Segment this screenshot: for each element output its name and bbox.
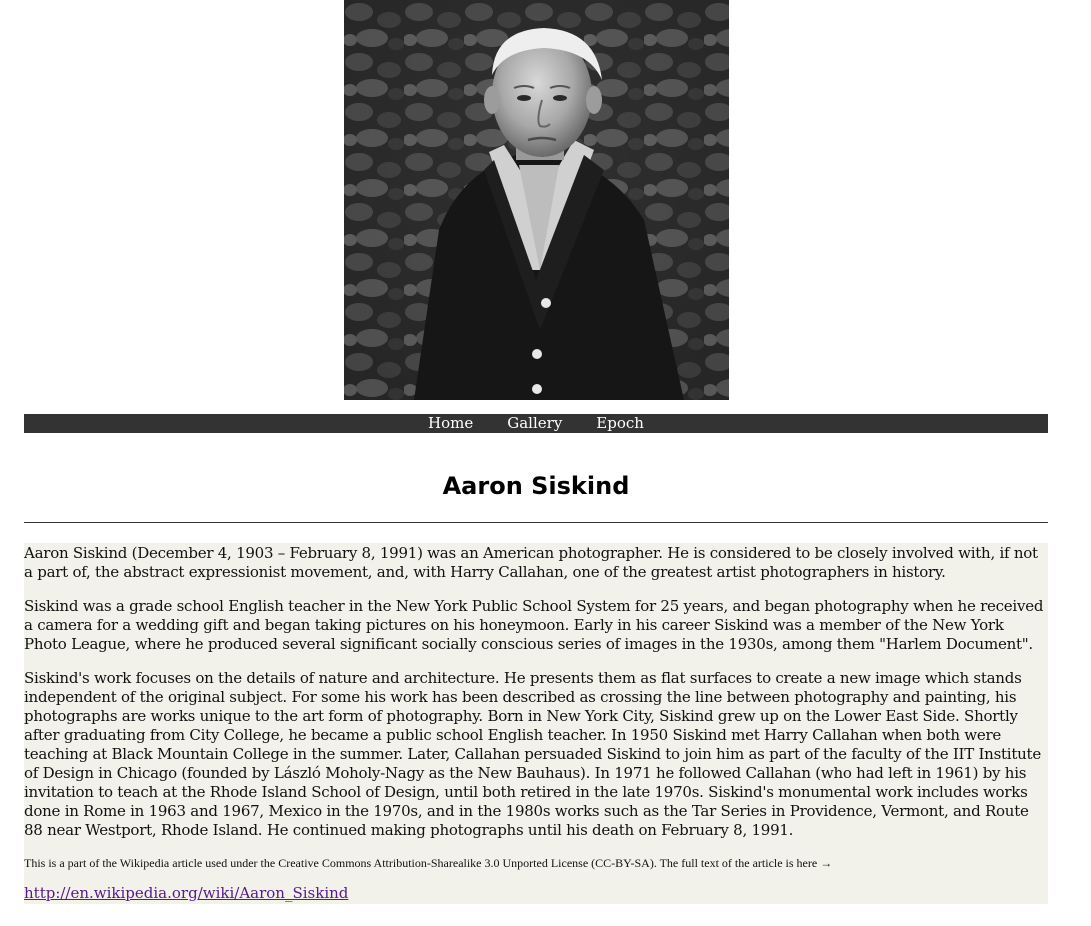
page-title: Aaron Siskind [442,472,630,500]
wikipedia-source-link[interactable]: http://en.wikipedia.org/wiki/Aaron_Siski… [24,884,348,902]
main-nav: Home Gallery Epoch [24,414,1048,433]
nav-epoch-link[interactable]: Epoch [579,414,661,433]
article-paragraph-2: Siskind was a grade school English teach… [24,597,1044,653]
nav-home-link[interactable]: Home [411,414,490,433]
portrait-photo [344,0,729,400]
article-paragraph-3: Siskind's work focuses on the details of… [24,669,1041,839]
license-note: This is a part of the Wikipedia article … [24,856,833,870]
title-divider [24,522,1048,523]
portrait-image [344,0,729,400]
article-body: Aaron Siskind (December 4, 1903 – Februa… [24,543,1048,904]
nav-gallery-link[interactable]: Gallery [490,414,579,433]
article-paragraph-1: Aaron Siskind (December 4, 1903 – Februa… [24,544,1038,581]
